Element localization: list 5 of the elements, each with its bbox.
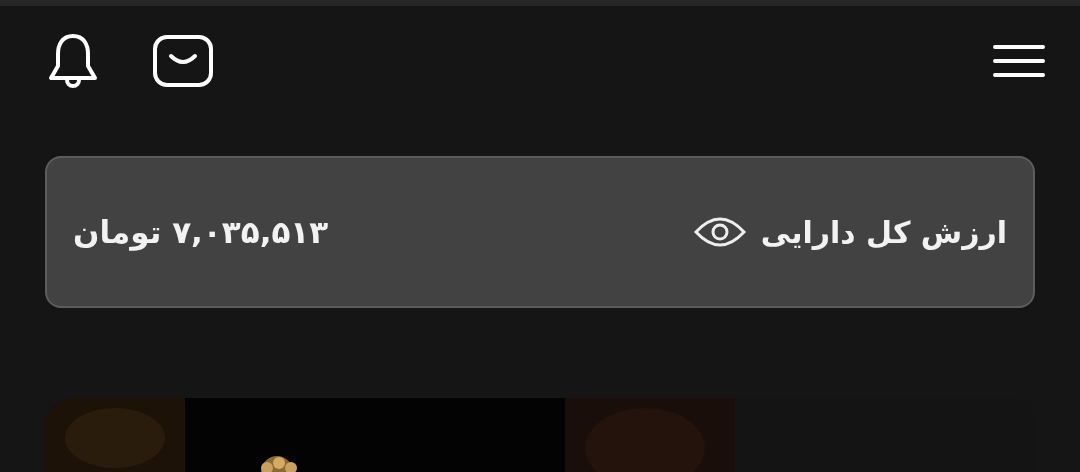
balance-amount: ۷,۰۳۵,۵۱۳ تومان (73, 214, 329, 250)
menu-icon[interactable] (992, 43, 1046, 79)
mail-icon[interactable] (152, 34, 214, 88)
notification-bell-icon[interactable] (46, 32, 100, 90)
balance-label: ارزش کل دارایی (760, 214, 1007, 250)
